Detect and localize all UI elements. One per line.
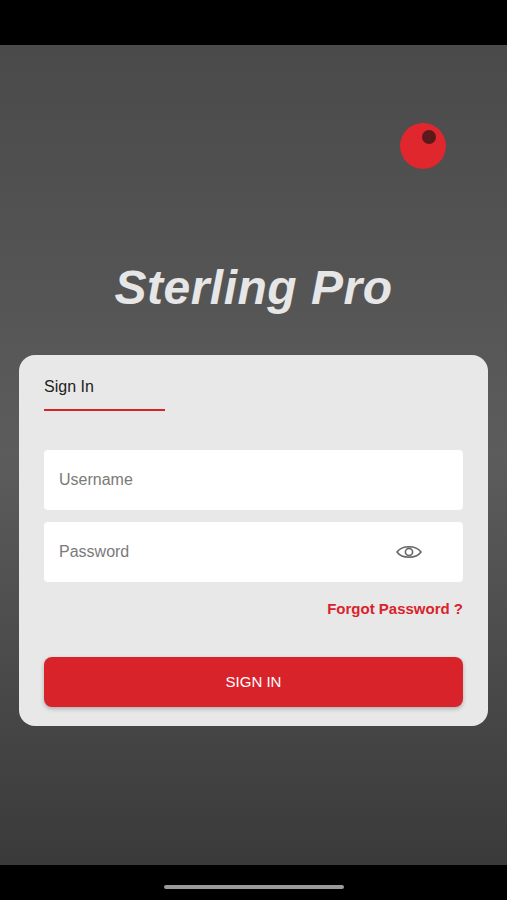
tab-label: Sign In — [44, 378, 94, 395]
background: Sterling Pro Sign In Forgot Password ? S… — [0, 45, 507, 865]
forgot-row: Forgot Password ? — [44, 599, 463, 619]
username-field[interactable] — [44, 450, 463, 510]
eye-icon[interactable] — [395, 543, 423, 561]
home-bar — [0, 865, 507, 900]
logo-row — [0, 123, 507, 169]
app-title: Sterling Pro — [114, 260, 392, 316]
sign-in-button[interactable]: SIGN IN — [44, 657, 463, 707]
home-indicator[interactable] — [164, 885, 344, 889]
password-input[interactable] — [59, 522, 395, 582]
app-title-row: Sterling Pro — [0, 260, 507, 316]
status-bar — [0, 0, 507, 45]
tab[interactable]: Sign In — [44, 375, 165, 411]
forgot-password-link[interactable]: Forgot Password ? — [327, 599, 463, 619]
tab-bar: Sign In — [44, 375, 463, 411]
sign-in-card: Sign In Forgot Password ? SIGN IN — [19, 355, 488, 726]
password-field[interactable] — [44, 522, 463, 582]
screen: Sterling Pro Sign In Forgot Password ? S… — [0, 0, 507, 900]
logo-icon — [400, 123, 446, 169]
